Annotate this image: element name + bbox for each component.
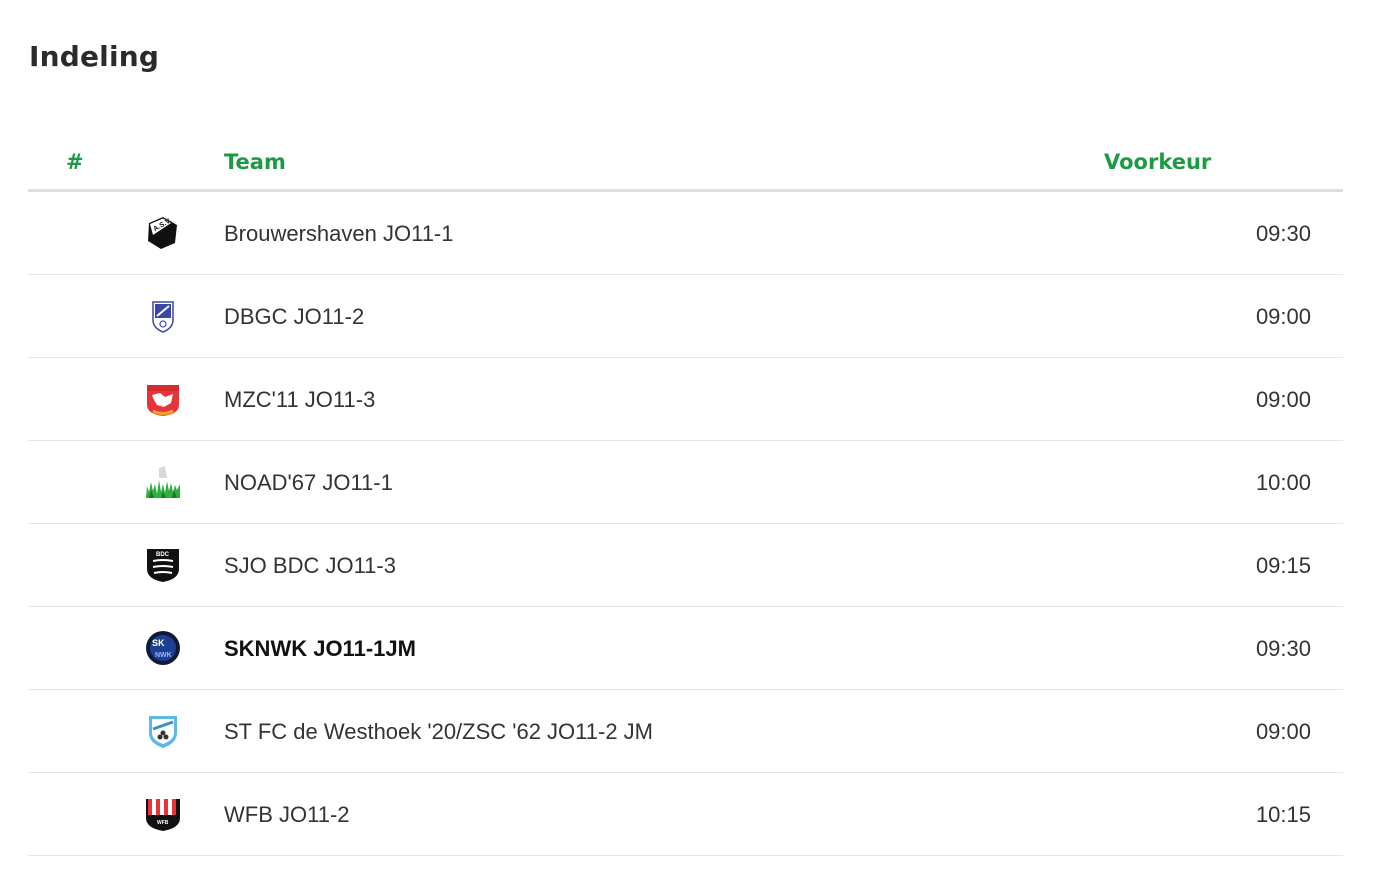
table-row[interactable]: NOAD'67 JO11-1 10:00 (28, 441, 1343, 524)
preference-time: 09:00 (1255, 387, 1311, 412)
preference-time: 09:00 (1255, 719, 1311, 744)
team-name[interactable]: WFB JO11-2 (224, 802, 350, 828)
preference-time: 09:30 (1255, 221, 1311, 246)
bdc-club-crest-icon: BDC (145, 547, 181, 583)
preference-time: 09:15 (1255, 553, 1311, 578)
preference-time: 10:00 (1255, 470, 1311, 495)
table-row[interactable]: SK NWK SKNWK JO11-1JM 09:30 (28, 607, 1343, 690)
wfb-club-crest-icon: WFB (145, 796, 181, 832)
svg-text:WFB: WFB (157, 820, 169, 826)
table-row[interactable]: BDC SJO BDC JO11-3 09:15 (28, 524, 1343, 607)
asv-club-crest-icon: A.S.V. (145, 215, 181, 251)
team-name[interactable]: SJO BDC JO11-3 (224, 553, 396, 579)
table-row[interactable]: MZC'11 JO11-3 09:00 (28, 358, 1343, 441)
team-name[interactable]: Brouwershaven JO11-1 (224, 221, 454, 247)
westhoek-club-crest-icon (145, 713, 181, 749)
team-name[interactable]: SKNWK JO11-1JM (224, 636, 416, 662)
team-name[interactable]: ST FC de Westhoek '20/ZSC '62 JO11-2 JM (224, 719, 653, 745)
column-header-number[interactable]: # (66, 150, 84, 174)
preference-time: 09:00 (1255, 304, 1311, 329)
table-row[interactable]: WFB WFB JO11-2 10:15 (28, 773, 1343, 856)
page-title: Indeling (29, 40, 160, 73)
standings-page: Indeling # Team Voorkeur A.S.V. Brouwers… (0, 0, 1384, 888)
table-row[interactable]: ST FC de Westhoek '20/ZSC '62 JO11-2 JM … (28, 690, 1343, 773)
svg-text:SK: SK (152, 638, 165, 648)
column-header-team[interactable]: Team (224, 150, 286, 174)
svg-text:NWK: NWK (155, 652, 172, 659)
svg-text:BDC: BDC (156, 552, 170, 558)
preference-time: 09:30 (1255, 636, 1311, 661)
noad-club-crest-icon (145, 464, 181, 500)
team-name[interactable]: NOAD'67 JO11-1 (224, 470, 393, 496)
sknwk-club-crest-icon: SK NWK (145, 630, 181, 666)
preference-time: 10:15 (1255, 802, 1311, 827)
table-row[interactable]: DBGC JO11-2 09:00 (28, 275, 1343, 358)
mzc-club-crest-icon (145, 381, 181, 417)
dbgc-club-crest-icon (145, 298, 181, 334)
column-header-preference[interactable]: Voorkeur (1104, 150, 1211, 174)
table-row[interactable]: A.S.V. Brouwershaven JO11-1 09:30 (28, 192, 1343, 275)
table-header: # Team Voorkeur (28, 137, 1343, 192)
team-name[interactable]: MZC'11 JO11-3 (224, 387, 375, 413)
team-name[interactable]: DBGC JO11-2 (224, 304, 364, 330)
teams-table: # Team Voorkeur A.S.V. Brouwershaven JO1… (28, 137, 1343, 856)
